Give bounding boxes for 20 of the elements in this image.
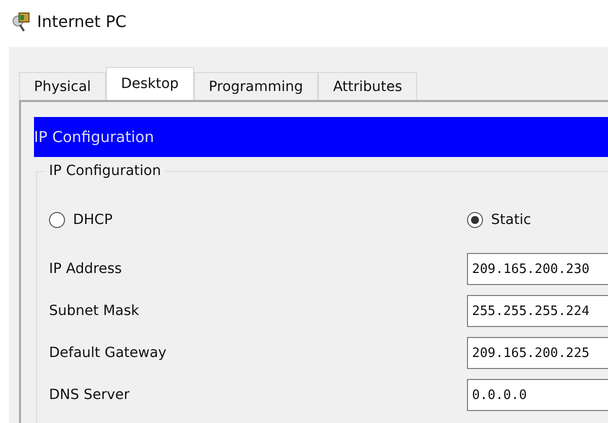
field-label: IP Address [49, 261, 123, 277]
input-field[interactable]: 255.255.255.224 [467, 295, 608, 327]
input-field[interactable]: 209.165.200.225 [467, 337, 608, 369]
radio-button[interactable] [467, 212, 483, 228]
field-label: DNS Server [49, 387, 130, 403]
group-title: IP Configuration [45, 163, 165, 179]
radio-button[interactable] [49, 212, 65, 228]
radio-label: Static [491, 212, 532, 228]
input-field[interactable]: 209.165.200.230 [467, 253, 608, 285]
section-header: IP Configuration [34, 117, 608, 157]
tab[interactable]: Attributes [318, 72, 418, 100]
tab[interactable]: Desktop [106, 67, 194, 100]
field-label: Subnet Mask [49, 303, 140, 319]
field-label: Default Gateway [49, 345, 168, 361]
input-field[interactable]: 0.0.0.0 [467, 379, 608, 411]
radio-label: DHCP [73, 212, 113, 228]
window-title: Internet PC [37, 12, 126, 31]
pc-icon [11, 10, 31, 32]
tab[interactable]: Physical [19, 72, 106, 100]
tab[interactable]: Programming [194, 72, 318, 100]
